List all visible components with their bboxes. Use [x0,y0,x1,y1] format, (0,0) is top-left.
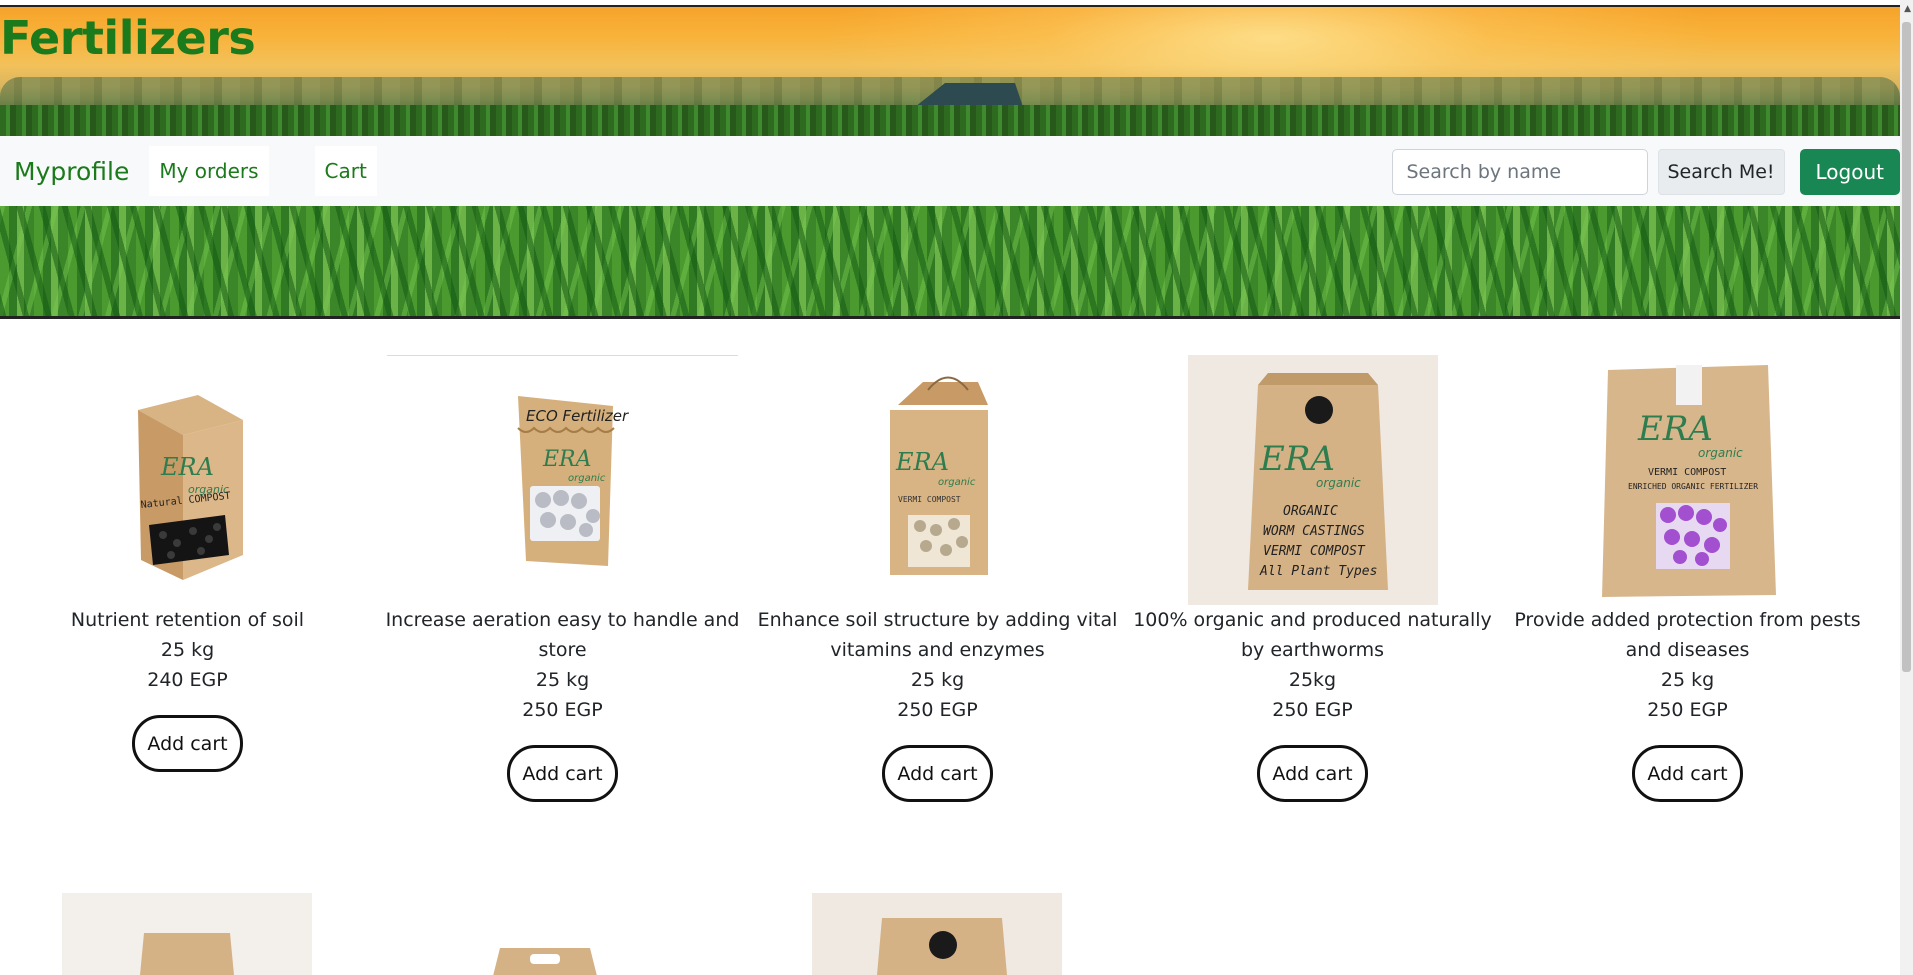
eco-fertilizer-bag-icon: ECO Fertilizer ERA organic [516,395,629,566]
field [0,105,1900,136]
product-description: Enhance soil structure by adding vital v… [757,609,1118,661]
svg-text:organic: organic [938,477,976,488]
svg-text:ERA: ERA [1637,409,1713,449]
product-weight: 25 kg [1660,669,1715,691]
svg-text:VERMI COMPOST: VERMI COMPOST [1648,467,1726,478]
add-cart-button[interactable]: Add cart [507,745,618,802]
add-cart-button[interactable]: Add cart [882,745,993,802]
product-card: ECO Fertilizer ERA organic Increase aera… [375,355,750,802]
enriched-fertilizer-bag-icon: ERA organic VERMI COMPOST ENRICHED ORGAN… [1601,365,1776,597]
site-title: Fertilizers [0,11,256,65]
product-image: ECO Fertilizer ERA organic [387,355,738,605]
svg-text:organic: organic [568,473,606,484]
product-image: ERA organic VERMI COMPOST [750,355,1125,605]
compost-bag-icon: ERA organic Natural COMPOST [137,395,243,580]
svg-text:ORGANIC: ORGANIC [1283,504,1338,519]
product-card: ERA organic VERMI COMPOST ENRICHED ORGAN… [1500,355,1875,802]
product-image: ERA organic Natural COMPOST [0,355,375,605]
svg-text:ERA: ERA [160,453,214,481]
add-cart-button[interactable]: Add cart [1632,745,1743,802]
worm-castings-bag-icon: ERA organic ORGANIC WORM CASTINGS VERMI … [1187,355,1438,605]
product-price: 250 EGP [1647,699,1728,721]
svg-text:organic: organic [1316,476,1361,490]
svg-text:VERMI COMPOST: VERMI COMPOST [898,495,961,504]
svg-text:ENRICHED ORGANIC FERTILIZER: ENRICHED ORGANIC FERTILIZER [1628,482,1758,491]
nav-link-my-orders[interactable]: My orders [149,146,269,196]
product-weight: 25 kg [535,669,590,691]
nav-actions: Search Me! Logout [1391,149,1900,195]
product-image: ERA organic ORGANIC WORM CASTINGS VERMI … [1125,355,1500,605]
svg-text:WORM CASTINGS: WORM CASTINGS [1263,524,1365,539]
product-price: 250 EGP [897,699,978,721]
product-weight: 25kg [1288,669,1337,691]
navbar: Myprofile My orders Cart Search Me! Logo… [0,136,1900,206]
product-image-partial [480,940,610,975]
svg-text:ERA: ERA [1259,439,1335,479]
bag-icon [812,893,1062,975]
product-weight: 25 kg [910,669,965,691]
product-description: Provide added protection from pests and … [1514,609,1861,661]
vermi-compost-bag-icon: ERA organic VERMI COMPOST [889,376,988,575]
product-card: ERA organic Natural COMPOST Nutrient ret… [0,355,375,772]
svg-text:organic: organic [1698,446,1743,460]
product-description: 100% organic and produced naturally by e… [1133,609,1492,661]
svg-text:ECO Fertilizer: ECO Fertilizer [526,407,629,425]
search-button[interactable]: Search Me! [1657,149,1785,195]
product-price: 240 EGP [147,669,228,691]
product-weight: 25 kg [160,639,215,661]
add-cart-button[interactable]: Add cart [132,715,243,772]
logout-button[interactable]: Logout [1799,149,1900,195]
product-price: 250 EGP [522,699,603,721]
scrollbar-thumb[interactable] [1902,22,1911,672]
svg-text:ERA: ERA [895,448,949,476]
product-image: ERA organic VERMI COMPOST ENRICHED ORGAN… [1500,355,1875,605]
page: Fertilizers Myprofile My orders Cart Sea… [0,0,1900,975]
svg-text:VERMI COMPOST: VERMI COMPOST [1263,544,1366,559]
product-image-partial [812,893,1062,975]
bag-icon [493,948,597,975]
product-description: Nutrient retention of soil [70,609,305,631]
product-card: ERA organic VERMI COMPOST Enhance soil s… [750,355,1125,802]
header-banner: Fertilizers [0,5,1900,136]
product-card: ERA organic ORGANIC WORM CASTINGS VERMI … [1125,355,1500,802]
scrollbar[interactable]: ▲ [1900,0,1913,975]
cornfield-banner [0,206,1900,319]
nav-brand-myprofile[interactable]: Myprofile [14,157,129,186]
product-image-partial [62,893,312,975]
svg-text:ERA: ERA [542,447,592,472]
bag-icon [62,893,312,975]
search-input[interactable] [1391,149,1648,195]
product-price: 250 EGP [1272,699,1353,721]
nav-link-cart[interactable]: Cart [314,146,377,196]
svg-text:All Plant Types: All Plant Types [1259,564,1377,579]
add-cart-button[interactable]: Add cart [1257,745,1368,802]
scroll-up-icon[interactable]: ▲ [1904,4,1911,14]
product-description: Increase aeration easy to handle and sto… [385,609,740,661]
